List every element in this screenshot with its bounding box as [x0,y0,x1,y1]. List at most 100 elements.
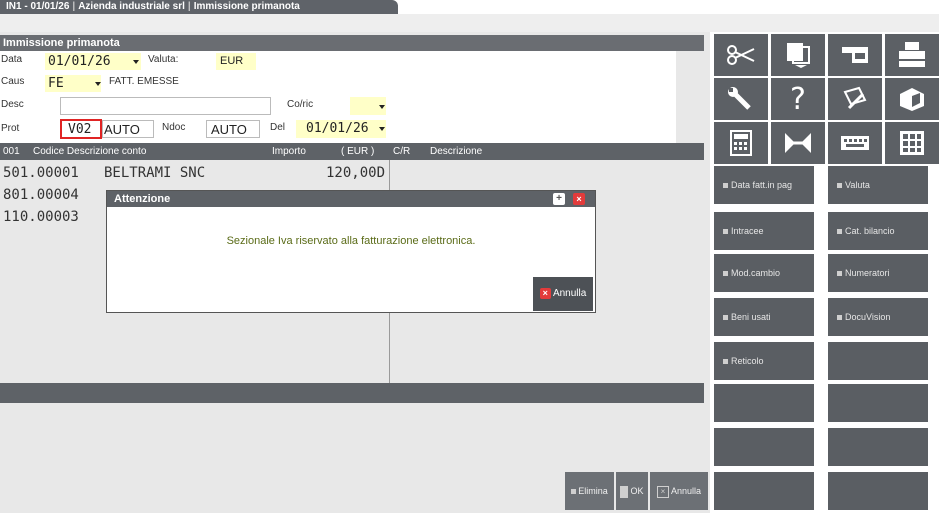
prot-series-field[interactable]: V02 [60,119,102,139]
keyboard-icon[interactable] [828,122,882,164]
data-label: Data [1,54,23,65]
table-row[interactable]: 501.00001 BELTRAMI SNC 120,00D [0,165,389,183]
row-code: 501.00001 [3,165,79,181]
bullet-icon [837,315,842,321]
column-header: 001 Codice Descrizione conto Importo ( E… [0,143,704,160]
archive-icon[interactable] [885,78,939,120]
column-currency: ( EUR ) [341,146,375,157]
page-title: Immissione primanota [0,35,704,51]
prot-number-field[interactable]: AUTO [102,120,154,138]
chevron-down-icon [379,127,385,131]
side-button-empty[interactable] [714,472,814,510]
elimina-button[interactable]: Elimina [565,472,614,510]
wrench-icon[interactable] [714,78,768,120]
close-icon: × [656,485,669,498]
dialog-title-bar: Attenzione + × [107,191,595,207]
eraser-icon[interactable] [828,34,882,76]
del-label: Del [270,122,286,133]
printer-icon[interactable] [885,34,939,76]
valuta-label: Valuta: [148,54,179,65]
del-field[interactable]: 01/01/26 [296,120,386,138]
ok-button[interactable]: OK [616,472,648,510]
caus-field[interactable]: FE [45,75,101,92]
transfer-icon[interactable] [771,122,825,164]
side-button-label: Beni usati [731,312,771,322]
side-button-empty[interactable] [828,428,928,466]
top-strip [0,14,939,32]
caus-value: FE [48,76,64,91]
grid-icon[interactable] [885,122,939,164]
chevron-down-icon [379,105,385,109]
coric-label: Co/ric [287,99,314,110]
prot-value: V02 [68,122,92,137]
edit-icon[interactable] [828,78,882,120]
desc-input[interactable] [60,97,271,115]
bullet-icon [723,229,728,235]
column-importo: Importo [272,146,306,157]
prot-auto-value: AUTO [104,122,140,137]
dialog-annulla-button[interactable]: × Annulla [533,277,593,311]
annulla-button[interactable]: × Annulla [650,472,708,510]
paste-icon[interactable] [771,34,825,76]
valuta-field[interactable]: EUR [216,53,256,70]
side-button-docuvision[interactable]: DocuVision [828,298,928,336]
tab-immissione-primanota[interactable]: IN1 - 01/01/26 | Azienda industriale srl | I… [0,0,398,14]
side-button-data-fatt[interactable]: Data fatt.in pag [714,166,814,204]
form-area: Data 01/01/26 Valuta: EUR Caus FE FATT. … [0,51,676,143]
column-number: 001 [3,146,20,157]
side-button-mod-cambio[interactable]: Mod.cambio [714,254,814,292]
column-codice: Codice Descrizione conto [33,146,147,157]
side-button-empty[interactable] [714,384,814,422]
bullet-icon [723,271,728,277]
bullet-icon [723,183,728,189]
side-button-label: Cat. bilancio [845,226,895,236]
ndoc-field[interactable]: AUTO [206,120,260,138]
close-icon: × [539,288,551,300]
ndoc-label: Ndoc [162,122,186,133]
ndoc-value: AUTO [211,122,247,137]
tab-company: Azienda industriale srl [78,1,185,12]
side-button-label: DocuVision [845,312,891,322]
side-button-cat-bilancio[interactable]: Cat. bilancio [828,212,928,250]
side-button-label: Valuta [845,180,870,190]
valuta-value: EUR [220,55,244,67]
tab-code: IN1 - 01/01/26 [6,1,70,12]
grid-bottom-bar [0,383,704,403]
side-button-numeratori[interactable]: Numeratori [828,254,928,292]
caus-description: FATT. EMESSE [109,76,179,87]
bullet-icon [620,485,629,498]
column-cr: C/R [393,146,411,157]
side-button-empty[interactable] [714,428,814,466]
help-icon[interactable]: ? [771,78,825,120]
right-panel: ? Data fatt.in pag Valuta Intracee Cat. … [710,32,939,513]
row-code: 801.00004 [3,187,79,203]
row-amount: 120,00D [326,165,386,181]
elimina-label: Elimina [578,486,608,496]
tab-module: Immissione primanota [193,1,300,12]
scissors-icon[interactable] [714,34,768,76]
dialog-message: Sezionale Iva riservato alla fatturazion… [226,235,476,247]
side-button-empty[interactable] [828,472,928,510]
annulla-label: Annulla [670,486,702,496]
maximize-icon[interactable]: + [553,193,565,205]
side-button-empty[interactable] [828,384,928,422]
desc-label: Desc [1,99,24,110]
calculator-icon[interactable] [714,122,768,164]
side-button-empty[interactable] [828,342,928,380]
caus-label: Caus [1,76,25,87]
close-icon[interactable]: × [573,193,585,205]
row-name: BELTRAMI SNC [104,165,206,181]
side-button-label: Numeratori [845,268,890,278]
del-value: 01/01/26 [306,121,369,136]
side-button-beni-usati[interactable]: Beni usati [714,298,814,336]
ok-label: OK [630,486,644,496]
side-button-label: Data fatt.in pag [731,180,793,190]
data-field[interactable]: 01/01/26 [45,53,141,70]
bullet-icon [723,359,728,365]
side-button-intracee[interactable]: Intracee [714,212,814,250]
side-button-reticolo[interactable]: Reticolo [714,342,814,380]
coric-field[interactable] [350,97,386,115]
warning-dialog: Attenzione + × Sezionale Iva riservato a… [106,190,596,313]
bullet-icon [837,229,842,235]
side-button-valuta[interactable]: Valuta [828,166,928,204]
